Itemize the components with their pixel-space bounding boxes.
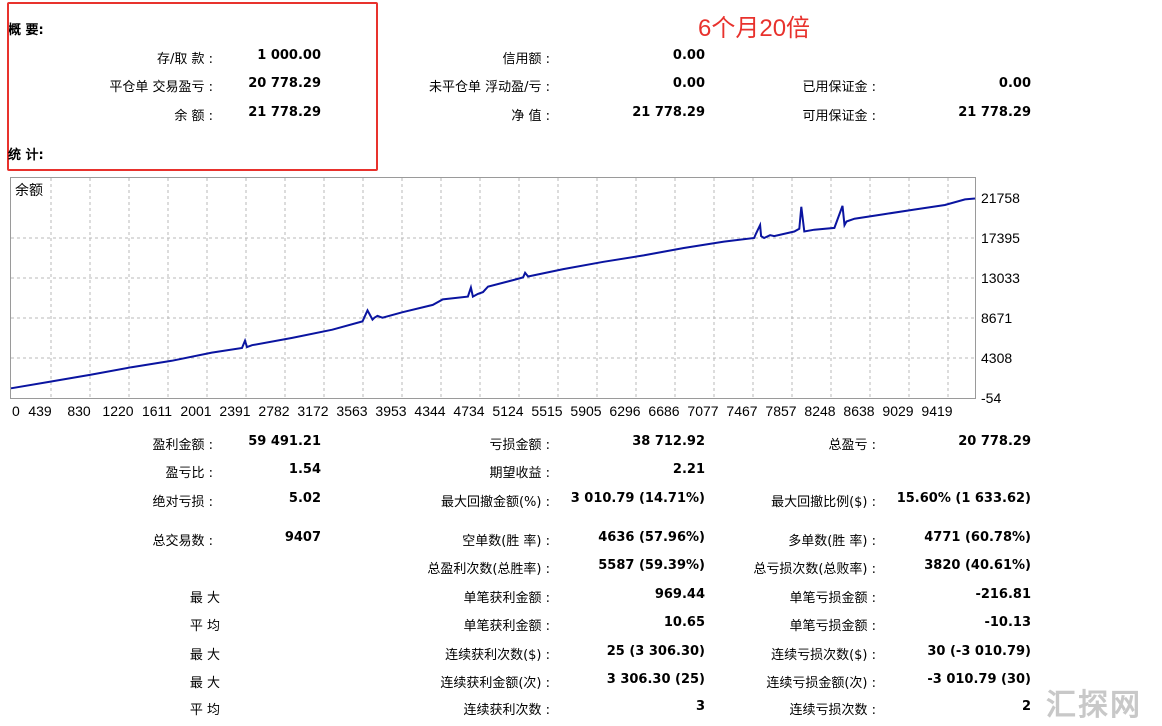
avg-win-label: 单笔获利金额 : xyxy=(463,619,550,634)
balance-line xyxy=(10,197,976,390)
max-drawdown-label: 最大回撤金额(%) : xyxy=(440,495,550,510)
y-tick-label: 4308 xyxy=(981,350,1012,366)
x-tick-label: 2001 xyxy=(180,403,211,419)
expected-payoff-label: 期望收益 : xyxy=(489,466,550,481)
max-consec-losses-label: 连续亏损次数($) : xyxy=(771,648,876,663)
total-trades-label: 总交易数 : xyxy=(152,534,213,549)
gross-profit-label: 盈利金额 : xyxy=(152,438,213,453)
max-consec-profit-value: 3 306.30 (25) xyxy=(606,672,705,687)
avg-loss-label: 单笔亏损金额 : xyxy=(789,619,876,634)
x-tick-label: 7077 xyxy=(687,403,718,419)
avg-consec-losses-value: 2 xyxy=(1021,699,1031,714)
avg-consec-wins-value: 3 xyxy=(695,699,705,714)
largest-win-label: 单笔获利金额 : xyxy=(463,591,550,606)
max-consec-profit-label: 连续获利金额(次) : xyxy=(440,676,550,691)
abs-drawdown-value: 5.02 xyxy=(288,491,321,506)
max-consec-loss-label: 连续亏损金额(次) : xyxy=(766,676,876,691)
loss-count-label: 总亏损次数(总败率) : xyxy=(753,562,876,577)
win-count-label: 总盈利次数(总胜率) : xyxy=(427,562,550,577)
avg-consec-wins-label: 连续获利次数 : xyxy=(463,703,550,718)
largest-loss-label: 单笔亏损金额 : xyxy=(789,591,876,606)
x-tick-label: 4734 xyxy=(453,403,484,419)
max-consec-losses-value: 30 (-3 010.79) xyxy=(927,644,1031,659)
total-trades-value: 9407 xyxy=(284,530,321,545)
avg-win-value: 10.65 xyxy=(663,615,705,630)
max-row-label: 最 大 xyxy=(189,648,220,663)
y-tick-label: 17395 xyxy=(981,230,1020,246)
win-count-value: 5587 (59.39%) xyxy=(598,558,705,573)
y-tick-label: 8671 xyxy=(981,310,1012,326)
rel-drawdown-label: 最大回撤比例($) : xyxy=(771,495,876,510)
gross-loss-value: 38 712.92 xyxy=(632,434,705,449)
max-consec-wins-value: 25 (3 306.30) xyxy=(606,644,705,659)
short-trades-value: 4636 (57.96%) xyxy=(598,530,705,545)
x-tick-label: 2391 xyxy=(219,403,250,419)
avg-loss-value: -10.13 xyxy=(984,615,1031,630)
x-tick-label: 4344 xyxy=(414,403,445,419)
avg2-row-label: 平 均 xyxy=(189,703,220,718)
balance-chart: 21758 17395 13033 8671 4308 -54 0 439 830 1220 161… xyxy=(10,178,1020,419)
x-tick-label: 8638 xyxy=(843,403,874,419)
max-consec-wins-label: 连续获利次数($) : xyxy=(445,648,550,663)
x-tick-label: 8248 xyxy=(804,403,835,419)
long-trades-value: 4771 (60.78%) xyxy=(924,530,1031,545)
x-tick-label: 3172 xyxy=(297,403,328,419)
rel-drawdown-value: 15.60% (1 633.62) xyxy=(896,491,1031,506)
largest-row-label: 最 大 xyxy=(189,591,220,606)
profit-factor-label: 盈亏比 : xyxy=(165,466,213,481)
x-tick-label: 1611 xyxy=(142,403,172,419)
x-tick-label: 9419 xyxy=(921,403,952,419)
x-tick-label: 5515 xyxy=(531,403,562,419)
watermark-logo: 汇探网 xyxy=(1046,688,1142,723)
gross-loss-label: 亏损金额 : xyxy=(489,438,550,453)
y-tick-label: -54 xyxy=(981,390,1001,406)
x-tick-label: 5905 xyxy=(570,403,601,419)
abs-drawdown-label: 绝对亏损 : xyxy=(152,495,213,510)
max-drawdown-value: 3 010.79 (14.71%) xyxy=(570,491,705,506)
x-tick-label: 439 xyxy=(28,403,52,419)
expected-payoff-value: 2.21 xyxy=(672,462,705,477)
x-tick-label: 7467 xyxy=(726,403,757,419)
short-trades-label: 空单数(胜 率) : xyxy=(462,534,550,549)
chart-title: 余额 xyxy=(15,183,43,199)
x-tick-label: 7857 xyxy=(765,403,796,419)
gross-profit-value: 59 491.21 xyxy=(248,434,321,449)
largest-win-value: 969.44 xyxy=(654,587,705,602)
y-tick-label: 21758 xyxy=(981,190,1020,206)
largest-loss-value: -216.81 xyxy=(975,587,1031,602)
x-tick-label: 1220 xyxy=(102,403,133,419)
avg-consec-losses-label: 连续亏损次数 : xyxy=(789,703,876,718)
loss-count-value: 3820 (40.61%) xyxy=(924,558,1031,573)
x-tick-label: 3953 xyxy=(375,403,406,419)
max2-row-label: 最 大 xyxy=(189,676,220,691)
long-trades-label: 多单数(胜 率) : xyxy=(788,534,876,549)
x-tick-label: 6686 xyxy=(648,403,679,419)
x-tick-label: 3563 xyxy=(336,403,367,419)
total-pl-label: 总盈亏 : xyxy=(828,438,876,453)
average-row-label: 平 均 xyxy=(189,619,220,634)
x-tick-label: 6296 xyxy=(609,403,640,419)
x-tick-label: 2782 xyxy=(258,403,289,419)
x-tick-label: 0 xyxy=(12,403,20,419)
x-tick-label: 830 xyxy=(67,403,91,419)
total-pl-value: 20 778.29 xyxy=(958,434,1031,449)
y-tick-label: 13033 xyxy=(981,270,1020,286)
x-tick-label: 9029 xyxy=(882,403,913,419)
profit-factor-value: 1.54 xyxy=(288,462,321,477)
x-tick-label: 5124 xyxy=(492,403,523,419)
max-consec-loss-value: -3 010.79 (30) xyxy=(927,672,1031,687)
